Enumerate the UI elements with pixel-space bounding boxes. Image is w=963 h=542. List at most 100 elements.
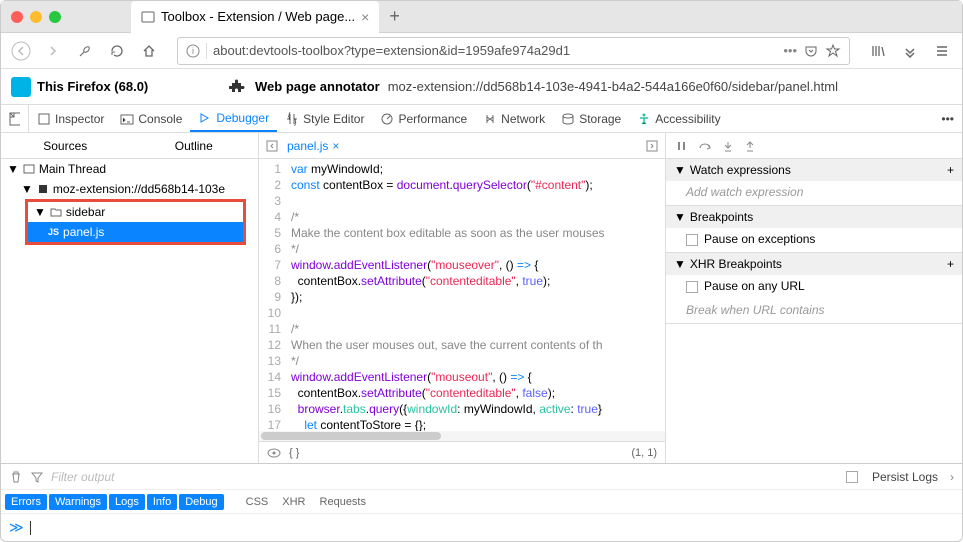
- filter-logs[interactable]: Logs: [109, 494, 145, 510]
- tab-close-button[interactable]: ×: [361, 9, 369, 25]
- code-tab-active[interactable]: panel.js×: [287, 139, 339, 153]
- expand-icon[interactable]: ›: [950, 470, 954, 484]
- tab-outline[interactable]: Outline: [130, 133, 259, 158]
- breakpoints-section-header[interactable]: ▼Breakpoints: [666, 206, 962, 228]
- bookmark-star-icon[interactable]: [825, 43, 841, 59]
- window-controls: [11, 11, 61, 23]
- extension-url: moz-extension://dd568b14-103e-4941-b4a2-…: [388, 79, 838, 94]
- filter-warnings[interactable]: Warnings: [49, 494, 107, 510]
- pretty-print-icon[interactable]: { }: [289, 447, 299, 459]
- checkbox-unchecked[interactable]: [686, 234, 698, 246]
- cursor-position: (1, 1): [631, 447, 657, 459]
- right-panel: ▼Watch expressions+ Add watch expression…: [666, 133, 962, 463]
- svg-text:}: }: [294, 119, 297, 126]
- xhr-section-header[interactable]: ▼XHR Breakpoints+: [666, 253, 962, 275]
- maximize-window-button[interactable]: [49, 11, 61, 23]
- more-tools-button[interactable]: •••: [933, 105, 962, 132]
- url-bar[interactable]: i about:devtools-toolbox?type=extension&…: [177, 37, 850, 65]
- persist-logs-label: Persist Logs: [872, 470, 938, 484]
- next-tab-icon[interactable]: [645, 139, 659, 153]
- reload-button[interactable]: [105, 39, 129, 63]
- tab-storage[interactable]: Storage: [553, 105, 629, 132]
- watch-eye-icon[interactable]: [267, 448, 281, 458]
- extension-bar: This Firefox (68.0) Web page annotator m…: [1, 69, 962, 105]
- svg-text:i: i: [192, 46, 194, 56]
- horizontal-scrollbar[interactable]: [259, 431, 665, 441]
- code-panel: panel.js× 123456789101112131415161718 va…: [259, 133, 666, 463]
- new-tab-button[interactable]: +: [389, 6, 400, 27]
- overflow-icon[interactable]: [898, 39, 922, 63]
- puzzle-icon: [37, 183, 49, 195]
- sources-panel: Sources Outline ▼Main Thread ▼moz-extens…: [1, 133, 259, 463]
- debugger-main: Sources Outline ▼Main Thread ▼moz-extens…: [1, 133, 962, 463]
- puzzle-icon: [229, 78, 247, 96]
- close-icon[interactable]: ×: [332, 139, 339, 153]
- filter-requests[interactable]: Requests: [314, 494, 372, 510]
- close-window-button[interactable]: [11, 11, 23, 23]
- filter-info[interactable]: Info: [147, 494, 177, 510]
- watch-placeholder[interactable]: Add watch expression: [666, 181, 962, 205]
- tab-accessibility[interactable]: Accessibility: [629, 105, 728, 132]
- xhr-url-placeholder[interactable]: Break when URL contains: [666, 299, 962, 323]
- page-actions-icon[interactable]: •••: [783, 43, 797, 58]
- tab-inspector[interactable]: Inspector: [29, 105, 112, 132]
- tab-debugger[interactable]: Debugger: [190, 105, 277, 132]
- tab-style-editor[interactable]: {}Style Editor: [277, 105, 372, 132]
- tab-sources[interactable]: Sources: [1, 133, 130, 158]
- code-body[interactable]: 123456789101112131415161718 var myWindow…: [259, 159, 665, 431]
- back-button[interactable]: [9, 39, 33, 63]
- checkbox-unchecked[interactable]: [686, 281, 698, 293]
- step-over-icon[interactable]: [698, 140, 712, 152]
- filter-debug[interactable]: Debug: [179, 494, 223, 510]
- trash-icon[interactable]: [9, 470, 23, 484]
- tab-performance[interactable]: Performance: [372, 105, 475, 132]
- info-icon: i: [186, 44, 200, 58]
- prompt-chevron-icon: ≫: [9, 519, 24, 536]
- tab-page-icon: [141, 10, 155, 24]
- filter-xhr[interactable]: XHR: [276, 494, 311, 510]
- folder-icon: [50, 206, 62, 218]
- minimize-window-button[interactable]: [30, 11, 42, 23]
- persist-logs-checkbox[interactable]: [846, 471, 858, 483]
- tree-file-selected[interactable]: JSpanel.js: [28, 222, 243, 242]
- extension-name: Web page annotator: [255, 79, 380, 94]
- text-cursor: [30, 521, 31, 535]
- library-icon[interactable]: [866, 39, 890, 63]
- browser-tab[interactable]: Toolbox - Extension / Web page... ×: [131, 1, 379, 33]
- tree-extension[interactable]: ▼moz-extension://dd568b14-103e: [1, 179, 258, 199]
- tab-network[interactable]: Network: [475, 105, 553, 132]
- tab-console[interactable]: Console: [112, 105, 190, 132]
- thread-icon: [23, 163, 35, 175]
- firefox-version-label: This Firefox (68.0): [37, 79, 148, 94]
- filter-errors[interactable]: Errors: [5, 494, 47, 510]
- wrench-icon[interactable]: [73, 39, 97, 63]
- filter-icon: [31, 471, 43, 483]
- filter-css[interactable]: CSS: [240, 494, 275, 510]
- pause-any-url-row[interactable]: Pause on any URL: [666, 275, 962, 299]
- filter-input[interactable]: Filter output: [51, 470, 838, 484]
- pause-exceptions-row[interactable]: Pause on exceptions: [666, 228, 962, 252]
- tree-folder[interactable]: ▼sidebar: [28, 202, 243, 222]
- firefox-debug-icon: [11, 77, 31, 97]
- highlighted-region: ▼sidebar JSpanel.js: [25, 199, 246, 245]
- dock-button[interactable]: [1, 105, 29, 132]
- pocket-icon[interactable]: [803, 43, 819, 59]
- forward-button[interactable]: [41, 39, 65, 63]
- code-text[interactable]: var myWindowId; const contentBox = docum…: [287, 159, 665, 431]
- watch-section-header[interactable]: ▼Watch expressions+: [666, 159, 962, 181]
- window-titlebar: Toolbox - Extension / Web page... × +: [1, 1, 962, 33]
- hamburger-menu-icon[interactable]: [930, 39, 954, 63]
- home-button[interactable]: [137, 39, 161, 63]
- url-text: about:devtools-toolbox?type=extension&id…: [213, 43, 777, 58]
- browser-navbar: i about:devtools-toolbox?type=extension&…: [1, 33, 962, 69]
- source-tree: ▼Main Thread ▼moz-extension://dd568b14-1…: [1, 159, 258, 245]
- prev-tab-icon[interactable]: [265, 139, 279, 153]
- devtools-toolbar: Inspector Console Debugger {}Style Edito…: [1, 105, 962, 133]
- console-prompt[interactable]: ≫: [1, 513, 962, 541]
- tree-thread[interactable]: ▼Main Thread: [1, 159, 258, 179]
- tab-title: Toolbox - Extension / Web page...: [161, 9, 355, 24]
- console-filter-bar: Filter output Persist Logs ›: [1, 463, 962, 489]
- step-in-icon[interactable]: [722, 140, 734, 152]
- step-out-icon[interactable]: [744, 140, 756, 152]
- pause-icon[interactable]: [676, 140, 688, 152]
